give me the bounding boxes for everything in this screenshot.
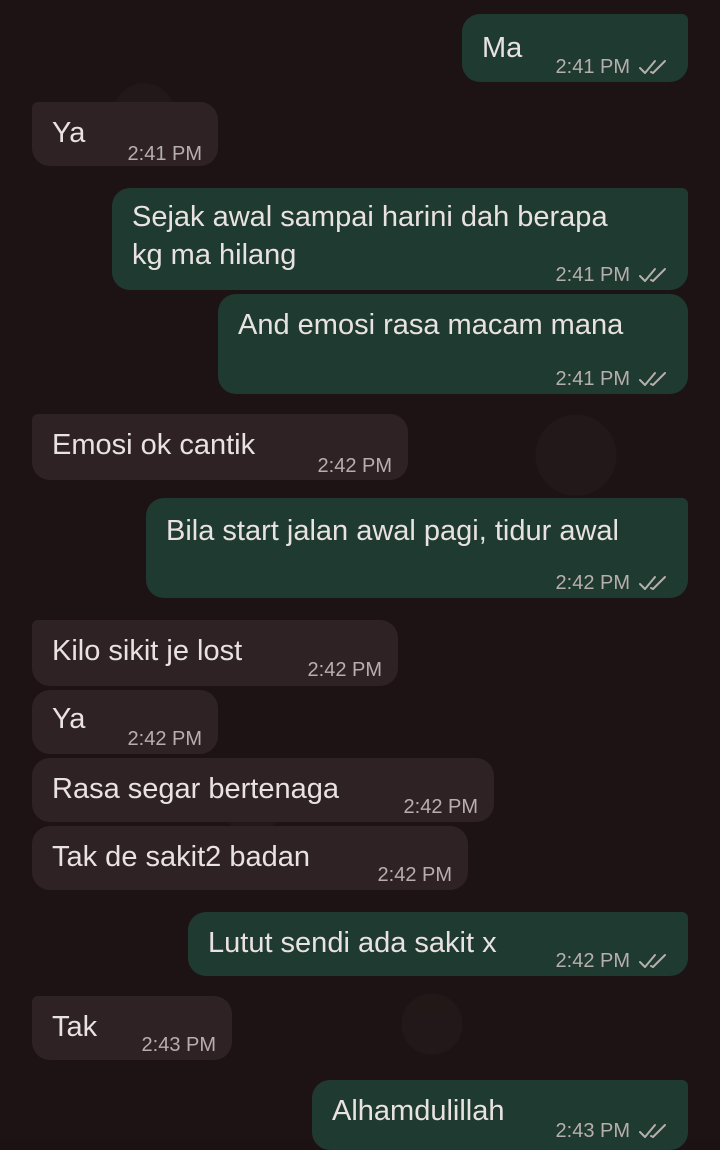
message-text: Tak bbox=[52, 1011, 98, 1043]
message-meta: 2:41 PM bbox=[556, 360, 668, 398]
message-incoming[interactable]: Rasa segar bertenaga 2:42 PM bbox=[32, 758, 494, 822]
message-text: Lutut sendi ada sakit x bbox=[208, 927, 497, 959]
message-meta: 2:42 PM bbox=[308, 651, 382, 689]
message-meta: 2:41 PM bbox=[556, 256, 668, 294]
message-outgoing[interactable]: Sejak awal sampai harini dah berapa kg m… bbox=[112, 188, 688, 290]
message-time: 2:42 PM bbox=[307, 659, 382, 681]
message-text: Rasa segar bertenaga bbox=[52, 773, 339, 805]
message-text: Bila start jalan awal pagi, tidur awal bbox=[166, 515, 619, 547]
message-time: 2:42 PM bbox=[377, 864, 452, 886]
message-time: 2:41 PM bbox=[555, 56, 630, 78]
read-double-check-icon bbox=[639, 60, 666, 74]
message-time: 2:41 PM bbox=[555, 264, 630, 286]
message-text: Kilo sikit je lost bbox=[52, 635, 243, 667]
message-incoming[interactable]: Ya 2:41 PM bbox=[32, 102, 218, 166]
message-time: 2:43 PM bbox=[555, 1120, 630, 1142]
message-outgoing[interactable]: Alhamdulillah 2:43 PM bbox=[312, 1080, 688, 1150]
message-text: Ya bbox=[52, 117, 86, 149]
message-meta: 2:41 PM bbox=[128, 135, 202, 173]
message-incoming[interactable]: Emosi ok cantik 2:42 PM bbox=[32, 414, 408, 480]
message-text: And emosi rasa macam mana bbox=[238, 309, 624, 341]
message-text: Sejak awal sampai harini dah berapa kg m… bbox=[132, 201, 608, 271]
message-outgoing[interactable]: Bila start jalan awal pagi, tidur awal 2… bbox=[146, 498, 688, 598]
message-time: 2:42 PM bbox=[555, 950, 630, 972]
message-time: 2:42 PM bbox=[555, 572, 630, 594]
message-text: Ma bbox=[482, 32, 523, 64]
message-text: Alhamdulillah bbox=[332, 1095, 505, 1127]
read-double-check-icon bbox=[639, 954, 666, 968]
message-text: Tak de sakit2 badan bbox=[52, 841, 310, 873]
message-outgoing[interactable]: Lutut sendi ada sakit x 2:42 PM bbox=[188, 912, 688, 976]
read-double-check-icon bbox=[639, 1124, 666, 1138]
read-double-check-icon bbox=[639, 372, 666, 386]
message-outgoing[interactable]: Ma 2:41 PM bbox=[462, 14, 688, 82]
message-meta: 2:42 PM bbox=[556, 564, 668, 602]
message-time: 2:41 PM bbox=[127, 143, 202, 165]
read-double-check-icon bbox=[639, 576, 666, 590]
message-meta: 2:42 PM bbox=[318, 447, 392, 485]
message-incoming[interactable]: Kilo sikit je lost 2:42 PM bbox=[32, 620, 398, 686]
message-time: 2:41 PM bbox=[555, 368, 630, 390]
message-text: Ya bbox=[52, 703, 86, 735]
message-meta: 2:42 PM bbox=[556, 942, 668, 980]
message-time: 2:42 PM bbox=[127, 728, 202, 750]
message-meta: 2:42 PM bbox=[404, 788, 478, 826]
message-incoming[interactable]: Ya 2:42 PM bbox=[32, 690, 218, 754]
message-text: Emosi ok cantik bbox=[52, 429, 256, 461]
message-outgoing[interactable]: And emosi rasa macam mana 2:41 PM bbox=[218, 294, 688, 394]
read-double-check-icon bbox=[639, 268, 666, 282]
message-meta: 2:41 PM bbox=[556, 48, 668, 86]
message-time: 2:42 PM bbox=[403, 796, 478, 818]
message-incoming[interactable]: Tak de sakit2 badan 2:42 PM bbox=[32, 826, 468, 890]
message-time: 2:43 PM bbox=[141, 1034, 216, 1056]
message-meta: 2:43 PM bbox=[556, 1112, 668, 1150]
message-incoming[interactable]: Tak 2:43 PM bbox=[32, 996, 232, 1060]
message-meta: 2:43 PM bbox=[142, 1026, 216, 1064]
message-time: 2:42 PM bbox=[317, 455, 392, 477]
chat-background: Ma 2:41 PM Ya 2:41 PM Sejak awal sampai … bbox=[0, 0, 720, 1150]
message-meta: 2:42 PM bbox=[378, 856, 452, 894]
message-meta: 2:42 PM bbox=[128, 720, 202, 758]
